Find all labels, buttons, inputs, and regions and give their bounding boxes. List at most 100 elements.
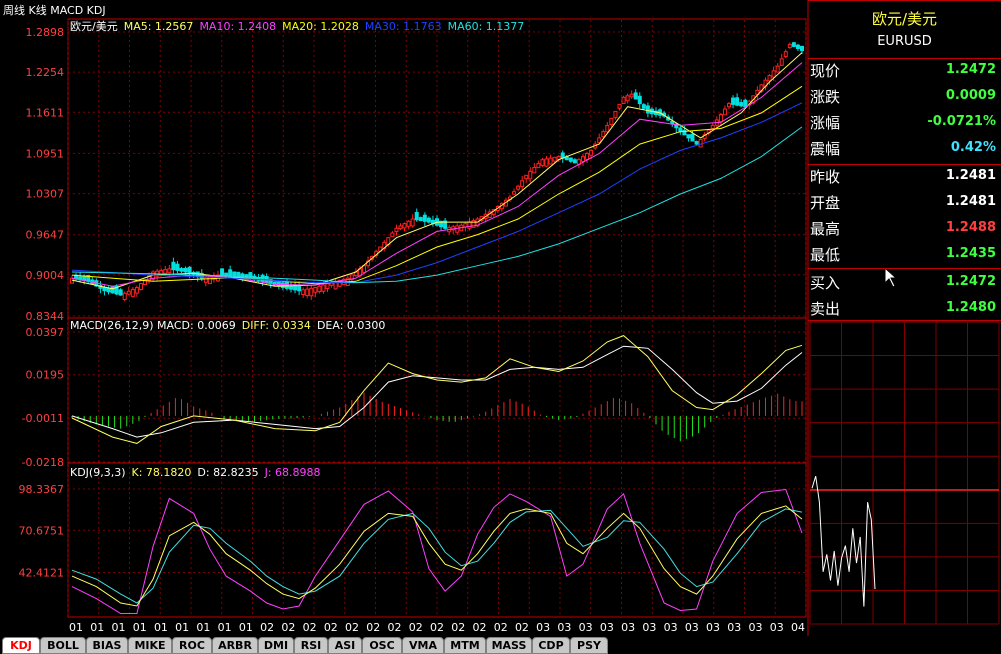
- y-tick-label: 1.2898: [26, 26, 65, 39]
- legend-entry: D: 82.8235: [197, 466, 258, 479]
- quote-label: 买入: [810, 274, 841, 292]
- tab-psy[interactable]: PSY: [570, 637, 608, 654]
- tab-osc[interactable]: OSC: [362, 637, 402, 654]
- x-tick-label: 02: [430, 621, 444, 634]
- candle-body: [422, 214, 427, 222]
- candle-body: [528, 170, 533, 180]
- y-tick-label: -0.0218: [22, 456, 64, 469]
- candle-body: [540, 159, 545, 166]
- tab-roc[interactable]: ROC: [172, 637, 212, 654]
- legend-entry: J: 68.8988: [264, 466, 321, 479]
- candle-body: [605, 124, 610, 133]
- quote-row: 现价 1.2472: [808, 60, 1001, 86]
- tab-boll[interactable]: BOLL: [40, 637, 86, 654]
- quote-value: 1.2480: [945, 300, 996, 315]
- quote-row: 买入 1.2472: [808, 272, 1001, 298]
- candle-body: [390, 232, 395, 238]
- legend-entry: MACD(26,12,9) MACD: 0.0069: [70, 319, 236, 332]
- candle-body: [183, 267, 188, 273]
- candle-body: [775, 65, 780, 73]
- quote-value: 0.0009: [945, 88, 996, 103]
- candle-body: [731, 97, 736, 105]
- quote-panel: 欧元/美元 EURUSD 现价 1.2472 涨跌 0.0009 涨幅 -0.0721% 震…: [808, 0, 1001, 321]
- legend-entry: DEA: 0.0300: [317, 319, 385, 332]
- x-tick-label: 02: [451, 621, 465, 634]
- candle-body: [601, 131, 606, 138]
- x-tick-label: 02: [260, 621, 274, 634]
- y-tick-label: 98.3367: [19, 483, 65, 496]
- candle-body: [134, 287, 139, 294]
- candle-body: [228, 269, 233, 277]
- x-tick-label: 01: [90, 621, 104, 634]
- candle-body: [783, 51, 788, 57]
- legend-entry: DIFF: 0.0334: [242, 319, 311, 332]
- candle-body: [698, 138, 703, 148]
- legend-macd: MACD(26,12,9) MACD: 0.0069 DIFF: 0.0334 DE…: [70, 319, 385, 332]
- quote-separator: [808, 164, 1001, 165]
- quote-value: -0.0721%: [927, 114, 996, 129]
- y-tick-label: 0.9647: [26, 229, 65, 242]
- tab-asi[interactable]: ASI: [328, 637, 362, 654]
- candle-body: [187, 266, 192, 275]
- quote-value: 1.2472: [945, 62, 996, 77]
- tab-mtm[interactable]: MTM: [444, 637, 486, 654]
- candle-body: [301, 289, 306, 295]
- candle-body: [739, 102, 744, 107]
- x-tick-label: 03: [536, 621, 550, 634]
- quote-separator: [808, 268, 1001, 269]
- candle-body: [617, 103, 622, 109]
- quote-label: 涨跌: [810, 88, 841, 106]
- tab-kdj[interactable]: KDJ: [2, 637, 40, 654]
- quote-row: 昨收 1.2481: [808, 166, 1001, 192]
- y-tick-label: 1.2254: [26, 66, 65, 79]
- candle-body: [621, 96, 626, 104]
- candle-body: [406, 220, 411, 227]
- x-tick-label: 01: [133, 621, 147, 634]
- candle-body: [735, 97, 740, 106]
- candle-body: [727, 103, 731, 108]
- candle-body: [130, 288, 135, 297]
- x-tick-label: 01: [111, 621, 125, 634]
- tab-rsi[interactable]: RSI: [294, 637, 328, 654]
- candle-body: [297, 285, 302, 292]
- x-tick-label: 04: [791, 621, 805, 634]
- candle-body: [418, 217, 423, 222]
- legend-entry: K: 78.1820: [132, 466, 192, 479]
- quote-value: 1.2481: [945, 194, 996, 209]
- candle-body: [414, 212, 419, 221]
- candle-body: [637, 95, 642, 105]
- candle-body: [633, 92, 638, 100]
- candle-body: [175, 263, 180, 271]
- x-tick-label: 01: [69, 621, 83, 634]
- quote-value: 1.2435: [945, 246, 996, 261]
- indicator-tab-bar: KDJ BOLL BIAS MIKE ROC ARBR DMI RSI ASI OSC VMA MTM…: [0, 636, 1001, 654]
- candle-body: [402, 223, 407, 229]
- candle-body: [321, 284, 326, 292]
- x-tick-label: 01: [196, 621, 210, 634]
- tab-mike[interactable]: MIKE: [128, 637, 172, 654]
- tab-cdp[interactable]: CDP: [532, 637, 570, 654]
- candle-body: [163, 269, 168, 274]
- candle-body: [82, 275, 87, 282]
- x-tick-label: 01: [154, 621, 168, 634]
- tab-mass[interactable]: MASS: [486, 637, 532, 654]
- tab-arbr[interactable]: ARBR: [212, 637, 258, 654]
- tab-vma[interactable]: VMA: [402, 637, 444, 654]
- x-tick-label: 03: [685, 621, 699, 634]
- candle-body: [138, 283, 143, 290]
- tab-dmi[interactable]: DMI: [258, 637, 294, 654]
- x-tick-label: 01: [175, 621, 189, 634]
- candle-body: [795, 44, 800, 50]
- candle-body: [625, 95, 630, 102]
- candle-body: [516, 185, 521, 190]
- candle-body: [167, 268, 172, 274]
- quote-separator: [808, 320, 1001, 321]
- x-tick-label: 03: [770, 621, 784, 634]
- candle-body: [690, 133, 695, 142]
- quote-row: 震幅 0.42%: [808, 138, 1001, 164]
- quote-label: 现价: [810, 62, 841, 80]
- tab-bias[interactable]: BIAS: [86, 637, 128, 654]
- candle-body: [613, 110, 618, 119]
- candle-body: [463, 223, 468, 228]
- x-tick-label: 03: [621, 621, 635, 634]
